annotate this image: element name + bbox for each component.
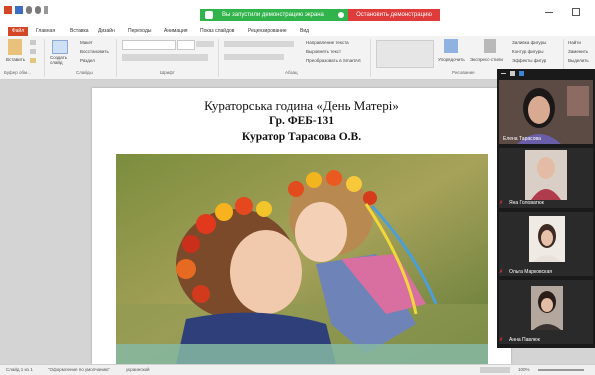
find-button[interactable]: Найти: [568, 40, 581, 45]
arrange-label[interactable]: Упорядочить: [438, 57, 465, 62]
restore-button[interactable]: Восстановить: [80, 49, 109, 54]
quick-styles-icon[interactable]: [484, 39, 496, 53]
tab-transitions[interactable]: Переходы: [128, 26, 151, 36]
font-size-select[interactable]: [177, 40, 195, 50]
tab-slideshow[interactable]: Показ слайдов: [200, 26, 234, 36]
tab-review[interactable]: Рецензирование: [248, 26, 287, 36]
participant-video: [499, 212, 593, 276]
paste-icon[interactable]: [8, 39, 22, 55]
save-icon[interactable]: [15, 6, 23, 14]
align-text-button[interactable]: Выровнять текст: [306, 49, 341, 54]
participant-video: [499, 148, 593, 208]
title-bar: Вы запустили демонстрацию экрана Останов…: [0, 0, 595, 26]
video-tile[interactable]: ✗ Анна Павлюк: [499, 280, 593, 344]
format-painter-icon[interactable]: [30, 58, 36, 63]
group-separator: [44, 39, 45, 77]
section-button[interactable]: Раздел: [80, 58, 95, 63]
muted-mic-icon: ✗: [499, 269, 504, 275]
arrange-icon[interactable]: [444, 39, 458, 53]
slide-title[interactable]: Кураторська година «День Матері»: [92, 98, 511, 114]
text-direction-button[interactable]: Направление текста: [306, 40, 349, 45]
share-banner-text: Вы запустили демонстрацию экрана: [222, 12, 324, 18]
group-slides-label: Слайды: [76, 70, 93, 75]
new-slide-icon[interactable]: [52, 40, 68, 54]
video-tile[interactable]: ✗ Яна Головатюк: [499, 148, 593, 208]
undo-icon[interactable]: [26, 6, 32, 14]
shape-effects-button[interactable]: Эффекты фигур: [512, 58, 546, 63]
tab-view[interactable]: Вид: [300, 26, 309, 36]
select-button[interactable]: Выделить: [568, 58, 589, 63]
screen-share-banner: Вы запустили демонстрацию экрана Останов…: [200, 9, 440, 21]
share-status-icon: [205, 11, 213, 19]
video-tile[interactable]: ✗ Ольга Марковская: [499, 212, 593, 276]
tab-animation[interactable]: Анимация: [164, 26, 187, 36]
participants-panel: Елена Тарасова ✗ Яна Головатюк ✗ Ольга М…: [497, 69, 595, 348]
powerpoint-icon: [4, 6, 12, 14]
align-buttons[interactable]: [224, 54, 284, 60]
font-grow-shrink-icon[interactable]: [196, 41, 214, 47]
photo-illustration: [116, 154, 488, 364]
tab-home[interactable]: Главная: [36, 26, 55, 36]
maximize-icon[interactable]: [572, 8, 580, 16]
replace-button[interactable]: Заменить: [568, 49, 588, 54]
muted-mic-icon: ✗: [499, 200, 504, 206]
customize-qat-icon[interactable]: [44, 6, 48, 14]
minimize-icon[interactable]: [545, 12, 553, 13]
view-buttons[interactable]: [480, 367, 510, 373]
shape-fill-button[interactable]: Заливка фигуры: [512, 40, 546, 45]
quick-styles-label[interactable]: Экспресс-стили: [470, 57, 503, 62]
group-drawing-label: Рисование: [452, 70, 475, 75]
participant-video: [499, 280, 593, 344]
shape-outline-button[interactable]: Контур фигуры: [512, 49, 543, 54]
group-separator: [218, 39, 219, 77]
ribbon-tabs: Файл Главная Вставка Дизайн Переходы Ани…: [0, 26, 595, 36]
zoom-slider[interactable]: [538, 369, 584, 371]
group-paragraph-label: Абзац: [285, 70, 298, 75]
participant-name: Ольга Марковская: [509, 269, 552, 275]
panel-view-icon[interactable]: [519, 71, 524, 76]
group-font-label: Шрифт: [160, 70, 175, 75]
muted-mic-icon: ✗: [499, 337, 504, 343]
participant-video: [499, 80, 593, 144]
slide-group[interactable]: Гр. ФЕБ-131: [92, 115, 511, 127]
panel-minimize-icon[interactable]: [501, 73, 506, 74]
participant-name: Анна Павлюк: [509, 337, 540, 343]
tab-design[interactable]: Дизайн: [98, 26, 115, 36]
slide-canvas[interactable]: Кураторська година «День Матері» Гр. ФЕБ…: [92, 88, 511, 364]
group-separator: [116, 39, 117, 77]
tab-insert[interactable]: Вставка: [70, 26, 89, 36]
redo-icon[interactable]: [35, 6, 41, 14]
group-clipboard-label: Буфер обм...: [4, 70, 31, 75]
panel-layout-icon[interactable]: [510, 71, 515, 76]
stop-share-button[interactable]: Остановить демонстрацию: [348, 9, 440, 21]
font-family-select[interactable]: [122, 40, 176, 50]
participant-name: Елена Тарасова: [503, 136, 541, 142]
paste-label[interactable]: Вставить: [6, 57, 25, 62]
copy-icon[interactable]: [30, 49, 36, 54]
participant-name: Яна Головатюк: [509, 200, 544, 206]
status-bar: Слайд 1 из 1 "Оформление по умолчанию" у…: [0, 364, 595, 375]
smartart-button[interactable]: Преобразовать в SmartArt: [306, 58, 361, 63]
slide-curator[interactable]: Куратор Тарасова О.В.: [92, 131, 511, 143]
mother-daughter-photo[interactable]: [116, 154, 488, 364]
tab-file[interactable]: Файл: [8, 27, 28, 36]
layout-button[interactable]: Макет: [80, 40, 93, 45]
share-options-icon[interactable]: [338, 12, 344, 18]
group-separator: [370, 39, 371, 77]
cut-icon[interactable]: [30, 40, 36, 45]
video-tile[interactable]: Елена Тарасова: [499, 80, 593, 144]
shapes-gallery[interactable]: [376, 40, 434, 68]
font-format-buttons[interactable]: [122, 54, 208, 61]
list-buttons[interactable]: [224, 41, 294, 47]
new-slide-label[interactable]: Создать слайд: [50, 55, 70, 65]
